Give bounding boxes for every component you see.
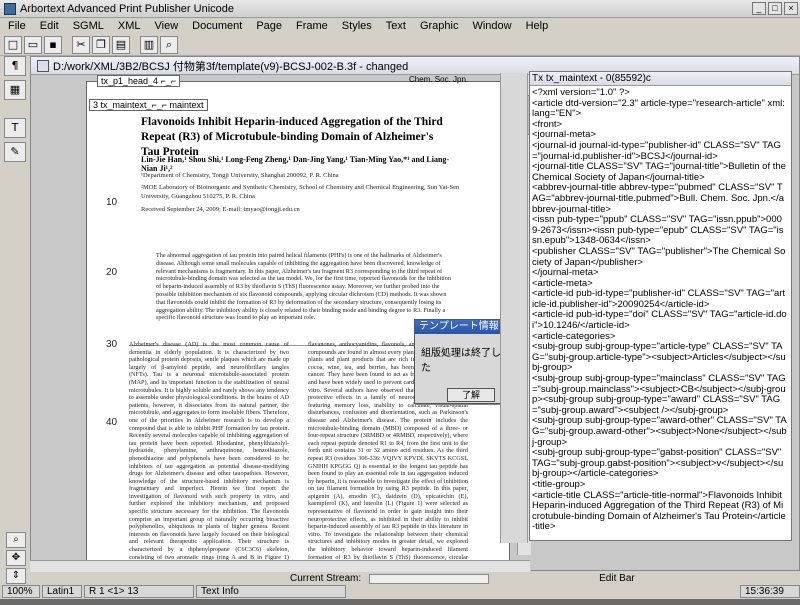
xml-line[interactable]: <subj-group subj-group-type="gabst-posit… [532, 447, 787, 480]
line-number: 20 [106, 267, 118, 278]
xml-source-window: Tx tx_maintext - 0(85592)c <?xml version… [529, 71, 792, 541]
xml-line[interactable]: <subj-group subj-group-type="article-typ… [532, 341, 787, 374]
current-stream-label: Current Stream: [290, 573, 362, 584]
save-icon[interactable]: ▪ [44, 35, 62, 54]
xml-line[interactable]: <?xml version="1.0" ?> [532, 87, 787, 99]
new-document-icon[interactable]: □ [4, 35, 22, 54]
search-icon[interactable]: ⌕ [160, 35, 178, 54]
page-canvas[interactable]: tx_p1_head_4 ⌐_⌐ Chem. Soc. Jpn. 3 tx_ma… [31, 75, 531, 572]
pan-icon[interactable]: ✥ [6, 550, 26, 566]
close-button[interactable]: × [784, 2, 798, 15]
xml-line[interactable]: <journal-title CLASS="SV" TAG="journal-t… [532, 161, 787, 183]
menu-graphic[interactable]: Graphic [412, 20, 465, 32]
maximize-button[interactable]: □ [768, 2, 782, 15]
xml-window-title: Tx tx_maintext - 0(85592)c [530, 72, 791, 86]
minimize-button[interactable]: _ [752, 2, 766, 15]
xml-line[interactable]: <issn pub-type="ppub" CLASS="SV" TAG="is… [532, 214, 787, 247]
clock: 15:36:39 [740, 585, 800, 598]
edit-bar-label: Edit Bar [599, 573, 635, 584]
xml-line[interactable]: <subj-group subj-group-type="mainclass" … [532, 373, 787, 416]
xml-source-text[interactable]: <?xml version="1.0" ?> <article dtd-versi… [530, 86, 791, 540]
app-title: Arbortext Advanced Print Publisher Unico… [20, 2, 235, 15]
abstract[interactable]: The abnormal aggregation of tau protein … [156, 252, 456, 342]
xml-line[interactable]: <journal-id journal-id-type="publisher-i… [532, 140, 787, 162]
menu-styles[interactable]: Styles [334, 20, 378, 32]
menu-sgml[interactable]: SGML [65, 20, 110, 32]
app-icon [4, 2, 16, 15]
zoom-level[interactable]: 100% [2, 585, 40, 598]
current-stream-field[interactable] [369, 573, 490, 584]
xml-line[interactable]: <subj-group subj-group-type="award-other… [532, 416, 787, 448]
received-date[interactable]: Received September 24, 2009; E-mail: tmy… [141, 205, 461, 214]
menu-bar: File Edit SGML XML View Document Page Fr… [0, 18, 800, 34]
cut-icon[interactable]: ✂ [72, 35, 90, 54]
type-tool-icon[interactable]: T [4, 118, 26, 138]
menu-view[interactable]: View [147, 20, 185, 32]
copy-icon[interactable]: ❐ [92, 35, 110, 54]
xml-line[interactable]: <article-title CLASS="article-title-norm… [532, 490, 787, 533]
text-info: Text Info [196, 585, 346, 598]
splitter-bar[interactable] [500, 73, 528, 543]
dialog-ok-button[interactable]: 了解 [447, 388, 495, 402]
stream-bar: Current Stream: Edit Bar [30, 572, 800, 585]
xml-line[interactable]: <article-id pub-id-type="publisher-id" C… [532, 288, 787, 310]
line-number: 30 [106, 339, 118, 350]
document-icon [37, 59, 49, 72]
affiliation-1[interactable]: ¹Department of Chemistry, Tongji Univers… [141, 171, 461, 180]
article-title[interactable]: Flavonoids Inhibit Heparin-induced Aggre… [141, 115, 451, 160]
maintext-tag[interactable]: 3 tx_maintext_⌐_⌐ maintext [89, 99, 208, 111]
menu-file[interactable]: File [0, 20, 32, 32]
taskbar [0, 599, 800, 605]
xml-line[interactable]: <article dtd-version="2.3" article-type=… [532, 98, 787, 120]
zoom-tools: ⌕ ✥ ⇕ [6, 532, 26, 584]
menu-help[interactable]: Help [518, 20, 555, 32]
cursor-position: R 1 <1> 13 [84, 585, 194, 598]
line-number: 10 [106, 197, 118, 208]
xml-line[interactable]: <abbrev-journal-title abbrev-type="pubme… [532, 183, 787, 215]
menu-text[interactable]: Text [378, 20, 412, 32]
graphic-tool-icon[interactable]: ✎ [4, 142, 26, 162]
horizontal-scrollbar[interactable] [30, 560, 530, 572]
main-toolbar: □ ▭ ▪ ✂ ❐ ▤ ▥ ⌕ [0, 34, 800, 56]
font-encoding: Latin1 [42, 585, 82, 598]
print-icon[interactable]: ▥ [140, 35, 158, 54]
text-tool-icon[interactable]: ¶ [4, 56, 26, 76]
menu-edit[interactable]: Edit [32, 20, 65, 32]
paste-icon[interactable]: ▤ [112, 35, 130, 54]
xml-line[interactable]: <article-id pub-id-type="doi" CLASS="SV"… [532, 310, 787, 331]
running-header: Chem. Soc. Jpn. [409, 75, 469, 84]
status-bar: 100% Latin1 R 1 <1> 13 Text Info 15:36:3… [0, 585, 800, 599]
dialog-title: テンプレート情報 [419, 321, 499, 332]
affiliation-2[interactable]: ²MOE Laboratory of Bioinorganic and Synt… [141, 183, 461, 201]
app-title-bar: Arbortext Advanced Print Publisher Unico… [0, 0, 800, 18]
frame-tool-icon[interactable]: ▦ [4, 80, 26, 100]
open-folder-icon[interactable]: ▭ [24, 35, 42, 54]
xml-window-title-text: Tx tx_maintext - 0(85592)c [532, 73, 651, 84]
header-tag[interactable]: tx_p1_head_4 ⌐_⌐ [97, 75, 181, 87]
scroll-icon[interactable]: ⇕ [6, 568, 26, 584]
zoom-icon[interactable]: ⌕ [6, 532, 26, 548]
window-controls: _ □ × [752, 2, 798, 15]
menu-frame[interactable]: Frame [288, 20, 334, 32]
menu-xml[interactable]: XML [110, 20, 147, 32]
xml-line[interactable]: <publisher CLASS="SV" TAG="publisher">Th… [532, 246, 787, 268]
body-column-1[interactable]: Alzheimer's disease (AD) is the most com… [129, 341, 289, 566]
menu-document[interactable]: Document [184, 20, 248, 32]
document-title: D:/work/XML/3B2/BCSJ 付物第3f/template(v9)-… [53, 60, 409, 73]
left-tool-palette: ¶ ▦ T ✎ [4, 56, 28, 162]
line-number: 40 [106, 417, 118, 428]
xml-line[interactable]: <title-group> [532, 479, 787, 491]
menu-window[interactable]: Window [464, 20, 517, 32]
menu-page[interactable]: Page [248, 20, 288, 32]
